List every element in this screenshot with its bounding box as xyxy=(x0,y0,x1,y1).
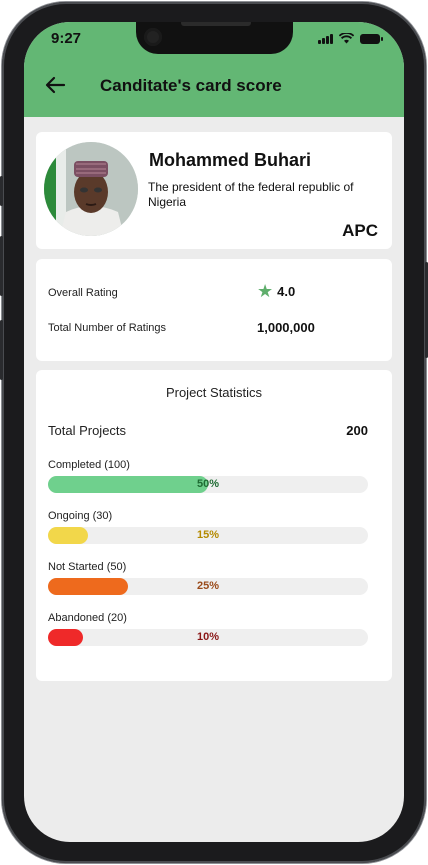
back-arrow-icon[interactable] xyxy=(44,74,66,96)
app-header: 9:27 Canditate's card score xyxy=(24,22,404,117)
project-stats-card: Project Statistics Total Projects 200 Co… xyxy=(36,370,392,681)
speaker xyxy=(181,22,251,26)
total-ratings-value: 1,000,000 xyxy=(257,320,315,335)
side-button-volume-down xyxy=(0,320,3,380)
app-screen: 9:27 Canditate's card score Mohammed Buh… xyxy=(24,22,404,842)
stats-title: Project Statistics xyxy=(165,385,263,400)
wifi-icon xyxy=(339,33,354,44)
progress-track-abandoned: 10% xyxy=(48,629,368,646)
progress-percent-not-started: 25% xyxy=(196,580,220,592)
notch xyxy=(136,22,293,54)
total-projects-label: Total Projects xyxy=(48,423,127,438)
progress-track-completed: 50% xyxy=(48,476,368,493)
battery-icon xyxy=(360,34,383,44)
overall-rating-label: Overall Rating xyxy=(48,287,118,299)
progress-track-ongoing: 15% xyxy=(48,527,368,544)
candidate-avatar xyxy=(44,142,138,236)
progress-percent-abandoned: 10% xyxy=(196,631,220,643)
candidate-description: The president of the federal republic of… xyxy=(148,180,354,209)
star-icon: ★ xyxy=(257,281,274,301)
total-projects-value: 200 xyxy=(346,423,368,438)
progress-percent-ongoing: 15% xyxy=(196,529,220,541)
status-icons xyxy=(318,33,383,44)
status-time: 9:27 xyxy=(51,30,82,47)
progress-percent-completed: 50% xyxy=(196,478,220,490)
stat-label-ongoing: Ongoing (30) xyxy=(48,510,113,522)
signal-icon xyxy=(318,34,333,44)
page-title: Canditate's card score xyxy=(100,76,282,95)
candidate-name: Mohammed Buhari xyxy=(149,150,312,170)
rating-card: Overall Rating ★ 4.0 Total Number of Rat… xyxy=(36,259,392,361)
front-camera xyxy=(144,28,162,46)
stat-label-completed: Completed (100) xyxy=(48,459,130,471)
progress-track-not-started: 25% xyxy=(48,578,368,595)
candidate-card: Mohammed Buhari The president of the fed… xyxy=(36,132,392,249)
stat-label-not-started: Not Started (50) xyxy=(48,561,127,573)
overall-rating-number: 4.0 xyxy=(277,283,296,299)
side-button-silent xyxy=(0,176,3,206)
stat-label-abandoned: Abandoned (20) xyxy=(48,612,127,624)
side-button-volume-up xyxy=(0,236,3,296)
total-ratings-label: Total Number of Ratings xyxy=(48,322,166,334)
overall-rating-value: ★ 4.0 xyxy=(257,281,296,301)
party-label: APC xyxy=(342,221,378,240)
